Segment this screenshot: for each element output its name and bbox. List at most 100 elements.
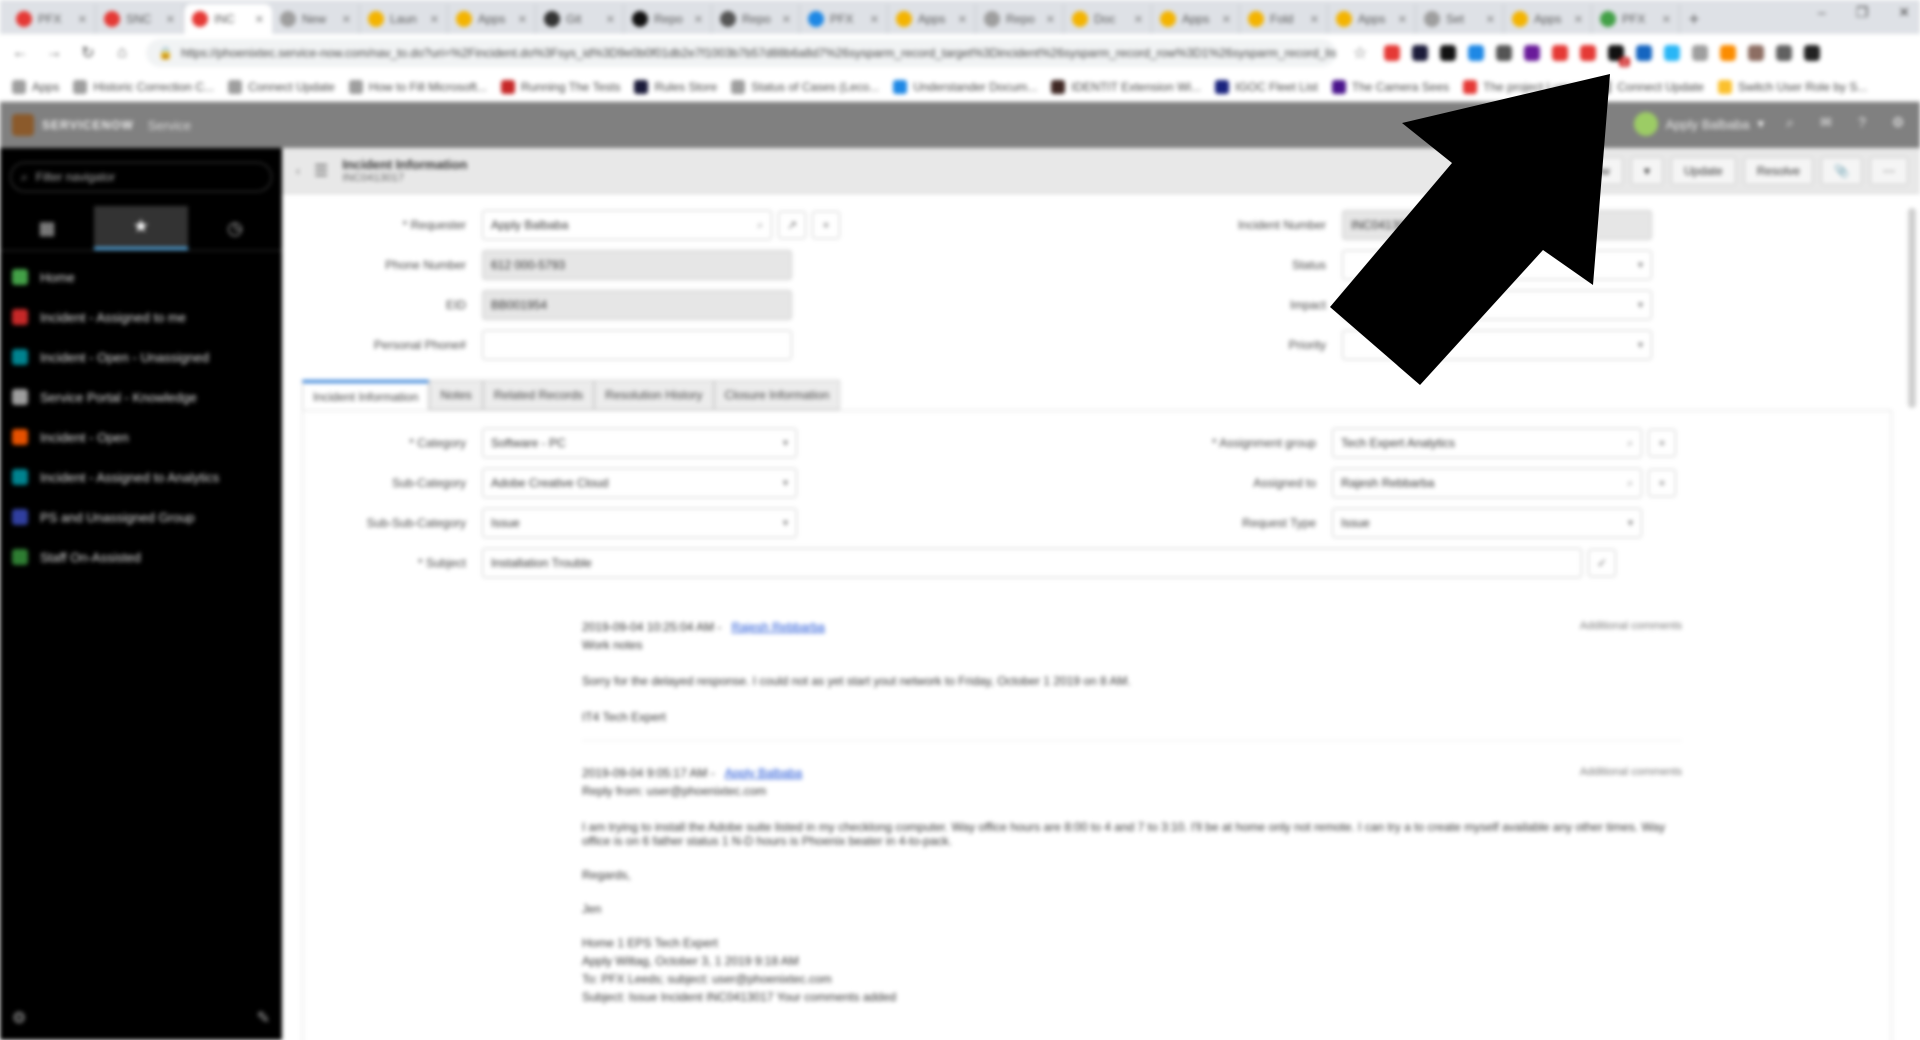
close-tab-icon[interactable]: ✕ xyxy=(870,13,879,26)
personal-phone-field[interactable] xyxy=(482,330,792,360)
tab-related-records[interactable]: Related Records xyxy=(482,380,595,410)
browser-tab[interactable]: Apps ✕ xyxy=(448,4,536,34)
close-tab-icon[interactable]: ✕ xyxy=(342,13,351,26)
category-select[interactable]: Software - PC ▾ xyxy=(482,428,797,458)
search-icon[interactable]: ⌕ xyxy=(757,220,763,231)
subject-field[interactable]: Installation Trouble xyxy=(482,548,1582,578)
browser-tab[interactable]: Repo ✕ xyxy=(712,4,800,34)
close-tab-icon[interactable]: ✕ xyxy=(1398,13,1407,26)
red-ext-icon[interactable] xyxy=(1552,45,1568,61)
close-tab-icon[interactable]: ✕ xyxy=(518,13,527,26)
add-icon[interactable]: + xyxy=(1648,469,1676,497)
menu-icon[interactable]: ☰ xyxy=(314,161,328,181)
follow-button[interactable]: Follow xyxy=(1562,157,1623,185)
resolve-button[interactable]: Resolve xyxy=(1743,157,1814,185)
favorite-item[interactable]: Incident - Assigned to me xyxy=(0,297,282,337)
gear-icon[interactable]: ⚙ xyxy=(1888,114,1908,134)
browser-tab[interactable]: Fold ✕ xyxy=(1240,4,1328,34)
close-button[interactable]: ✕ xyxy=(1898,4,1910,21)
edit-icon[interactable]: ✎ xyxy=(257,1008,270,1028)
bookmark-item[interactable]: Historic Correction C... xyxy=(73,79,214,94)
chat-icon[interactable]: ✉ xyxy=(1816,114,1836,134)
bookmark-item[interactable]: IDENTIT Extension Wi... xyxy=(1051,79,1201,94)
close-tab-icon[interactable]: ✕ xyxy=(1662,13,1671,26)
browser-tab[interactable]: Git ✕ xyxy=(536,4,624,34)
gear-ext-icon[interactable] xyxy=(1692,45,1708,61)
new-tab-button[interactable]: + xyxy=(1680,4,1708,34)
close-tab-icon[interactable]: ✕ xyxy=(958,13,967,26)
bookmark-item[interactable]: The project Lumen xyxy=(1463,79,1583,94)
browser-tab[interactable]: New ✕ xyxy=(272,4,360,34)
browser-tab[interactable]: PFX ✕ xyxy=(8,4,96,34)
bookmark-item[interactable]: Rules Store xyxy=(634,79,717,94)
journal-author-link[interactable]: Rajesh Rebbarba xyxy=(731,620,824,634)
camera-ext-icon[interactable]: 1 xyxy=(1608,45,1630,67)
bookmark-star-icon[interactable]: ☆ xyxy=(1350,43,1370,63)
bookmark-item[interactable]: Understander Docum... xyxy=(893,79,1037,94)
warning-ext-icon[interactable] xyxy=(1384,45,1400,61)
back-icon[interactable]: ← xyxy=(10,44,30,62)
close-tab-icon[interactable]: ✕ xyxy=(1046,13,1055,26)
help-icon[interactable]: ? xyxy=(1852,114,1872,134)
app-logo[interactable]: SERVICENOW xyxy=(12,114,134,136)
puzzle2-ext-icon[interactable] xyxy=(1776,45,1792,61)
favorite-item[interactable]: Service Portal - Knowledge xyxy=(0,377,282,417)
sub-sub-category-select[interactable]: Issue ▾ xyxy=(482,508,797,538)
bookmark-item[interactable]: IGOC Fleet List xyxy=(1215,79,1318,94)
bookmark-item[interactable]: Apps xyxy=(12,79,59,94)
url-field[interactable]: 🔒 https://phoenixtec.service-now.com/nav… xyxy=(146,39,1336,67)
close-tab-icon[interactable]: ✕ xyxy=(1310,13,1319,26)
reference-icon[interactable]: ↗ xyxy=(778,211,806,239)
tab-resolution-history[interactable]: Resolution History xyxy=(594,380,714,410)
back-icon[interactable]: ‹ xyxy=(296,164,300,178)
close-tab-icon[interactable]: ✕ xyxy=(606,13,615,26)
close-tab-icon[interactable]: ✕ xyxy=(782,13,791,26)
priority-select[interactable]: ▾ xyxy=(1342,330,1652,360)
filter-navigator-input[interactable]: ⌕ Filter navigator xyxy=(10,162,272,192)
bird-ext-icon[interactable] xyxy=(1664,45,1680,61)
bookmark-item[interactable]: Connect Update xyxy=(228,79,335,94)
reload-icon[interactable]: ↻ xyxy=(78,43,98,63)
add-icon[interactable]: + xyxy=(812,211,840,239)
favorite-item[interactable]: Staff On-Assisted xyxy=(0,537,282,577)
close-tab-icon[interactable]: ✕ xyxy=(166,13,175,26)
favorite-item[interactable]: Incident - Open - Unassigned xyxy=(0,337,282,377)
browser-tab[interactable]: Repo ✕ xyxy=(624,4,712,34)
update-button[interactable]: Update xyxy=(1670,157,1736,185)
browser-tab[interactable]: SNC ✕ xyxy=(96,4,184,34)
star-ext-icon[interactable] xyxy=(1496,45,1512,61)
spellcheck-icon[interactable]: ✓ xyxy=(1588,549,1616,577)
assignment-group-field[interactable]: Tech Expert Analytics ⌕ xyxy=(1332,428,1642,458)
tab-notes[interactable]: Notes xyxy=(429,380,483,410)
scrollbar[interactable] xyxy=(1908,208,1916,408)
tab-incident-information[interactable]: Incident Information xyxy=(302,380,430,410)
attachment-icon[interactable]: 📎 xyxy=(1821,157,1862,185)
close-tab-icon[interactable]: ✕ xyxy=(1134,13,1143,26)
browser-tab[interactable]: INC ✕ xyxy=(184,4,272,34)
bookmark-item[interactable]: Status of Cases (Leco... xyxy=(731,79,879,94)
minimize-button[interactable]: – xyxy=(1818,4,1826,21)
pin-ext-icon[interactable] xyxy=(1580,45,1596,61)
assigned-to-field[interactable]: Rajesh Rebbarba ⌕ xyxy=(1332,468,1642,498)
tab-all-apps[interactable]: ▦ xyxy=(0,206,94,250)
search-icon[interactable]: ⌕ xyxy=(1780,114,1800,134)
browser-tab[interactable]: Doc ✕ xyxy=(1064,4,1152,34)
favorite-item[interactable]: Incident - Assigned to Analytics xyxy=(0,457,282,497)
close-tab-icon[interactable]: ✕ xyxy=(1574,13,1583,26)
impact-select[interactable]: ▾ xyxy=(1342,290,1652,320)
profile-ext-icon[interactable] xyxy=(1804,45,1820,61)
bookmark-item[interactable]: How to Fill Microsoft... xyxy=(348,79,487,94)
status-select[interactable]: ▾ xyxy=(1342,250,1652,280)
home-icon[interactable]: ⌂ xyxy=(112,44,132,62)
browser-tab[interactable]: Apps ✕ xyxy=(1504,4,1592,34)
search-icon[interactable]: ⌕ xyxy=(1627,478,1633,489)
tab-favorites[interactable]: ★ xyxy=(94,206,188,250)
cloud-ext-icon[interactable] xyxy=(1636,45,1652,61)
search-icon[interactable]: ⌕ xyxy=(1627,438,1633,449)
close-tab-icon[interactable]: ✕ xyxy=(78,13,87,26)
bookmark-item[interactable]: The Camera Sees xyxy=(1331,79,1449,94)
close-tab-icon[interactable]: ✕ xyxy=(430,13,439,26)
close-tab-icon[interactable]: ✕ xyxy=(694,13,703,26)
favorite-item[interactable]: PS and Unassigned Group xyxy=(0,497,282,537)
tab-history[interactable]: ◷ xyxy=(188,206,282,250)
